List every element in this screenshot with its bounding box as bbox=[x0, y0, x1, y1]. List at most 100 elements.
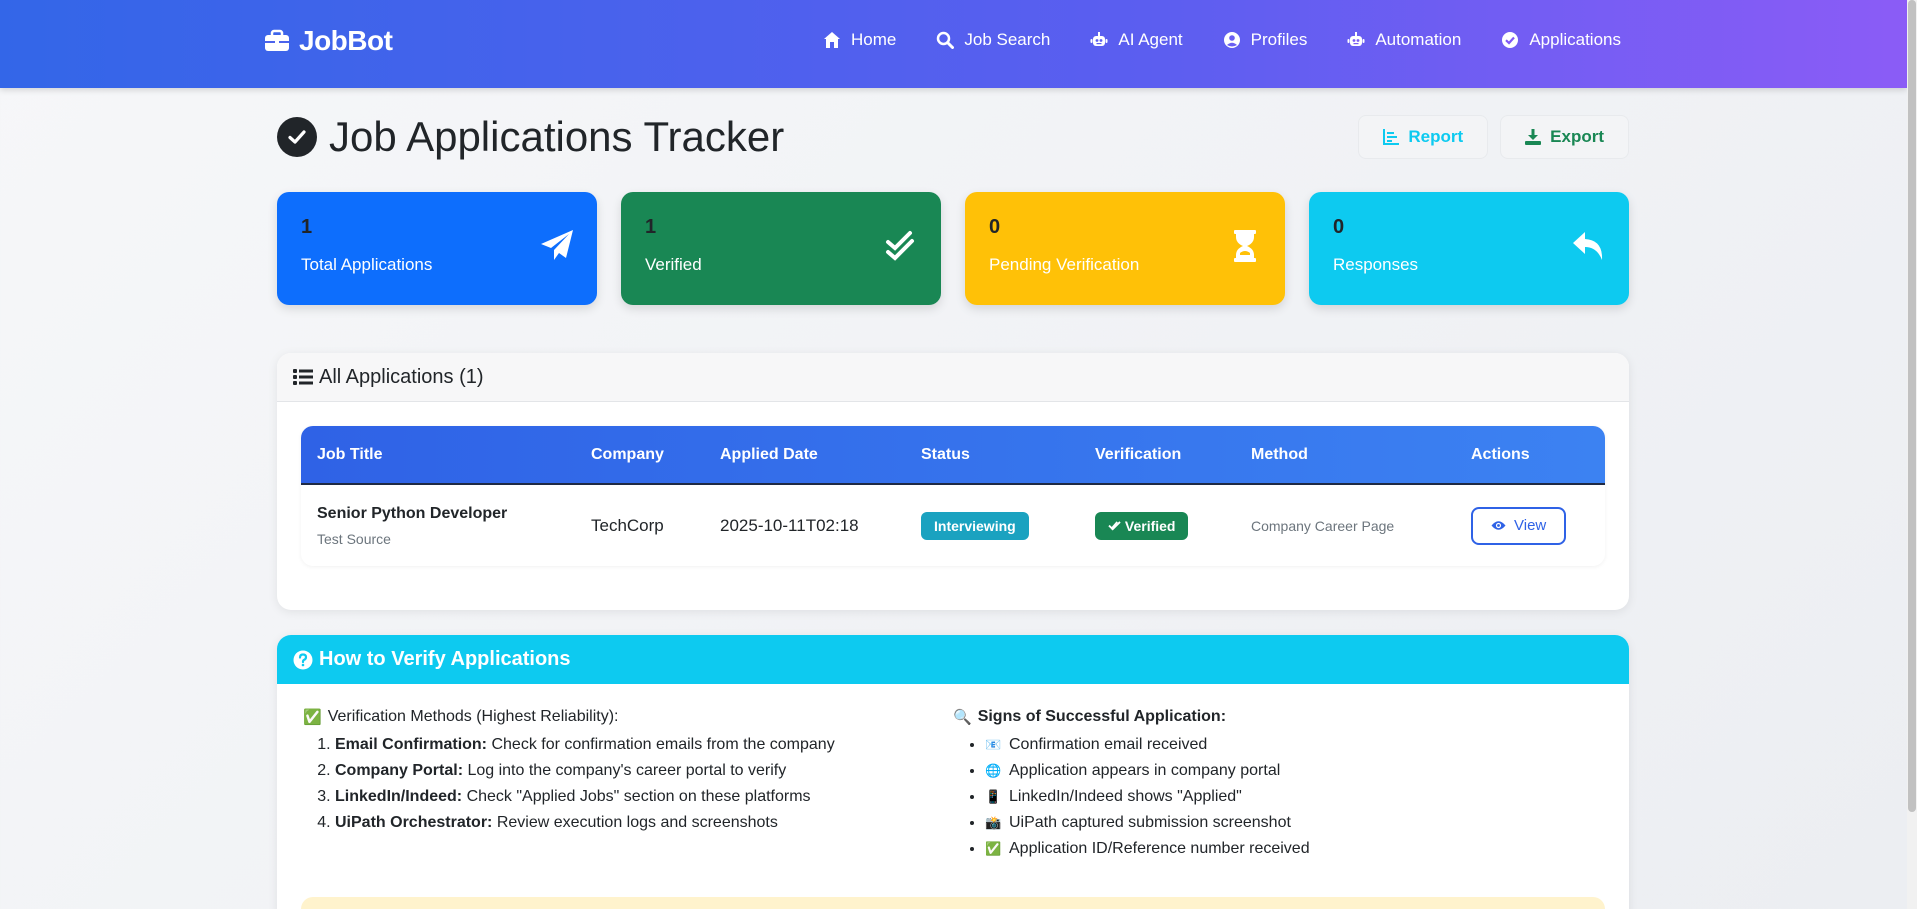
check-box-icon: ✅ bbox=[985, 841, 1002, 856]
column-header[interactable]: Verification bbox=[1079, 426, 1235, 485]
status-badge: Interviewing bbox=[921, 511, 1029, 540]
job-title-cell: Senior Python Developer Test Source bbox=[301, 484, 575, 566]
briefcase-icon bbox=[265, 29, 289, 51]
stat-label: Total Applications bbox=[301, 255, 433, 274]
list-item: LinkedIn/Indeed: Check "Applied Jobs" se… bbox=[335, 784, 953, 810]
page-title: Job Applications Tracker bbox=[277, 113, 784, 161]
signs-title-text: Signs of Successful Application: bbox=[977, 708, 1227, 725]
methods-list: Email Confirmation: Check for confirmati… bbox=[303, 732, 953, 836]
job-title: Senior Python Developer bbox=[317, 504, 508, 522]
applications-heading: All Applications (1) bbox=[319, 365, 484, 388]
column-header[interactable]: Applied Date bbox=[704, 426, 905, 485]
list-item: Company Portal: Log into the company's c… bbox=[335, 758, 953, 784]
verify-body: ✅ Verification Methods (Highest Reliabil… bbox=[277, 684, 1629, 862]
camera-icon: 📸 bbox=[985, 815, 1002, 830]
signs-list: 📧 Confirmation email received 🌐 Applicatio… bbox=[953, 732, 1603, 862]
method-desc: Review execution logs and screenshots bbox=[492, 814, 778, 831]
column-header[interactable]: Method bbox=[1235, 426, 1455, 485]
check-box-icon: ✅ bbox=[303, 709, 322, 726]
methods-title: ✅ Verification Methods (Highest Reliabil… bbox=[303, 708, 953, 726]
view-button[interactable]: View bbox=[1471, 506, 1567, 545]
table-row: Senior Python Developer Test Source Tech… bbox=[301, 484, 1605, 566]
list-item: ✅ Application ID/Reference number receive… bbox=[985, 836, 1603, 862]
method-name: LinkedIn/Indeed: bbox=[335, 788, 463, 805]
column-header[interactable]: Company bbox=[575, 426, 704, 485]
sign-text: LinkedIn/Indeed shows "Applied" bbox=[1009, 788, 1242, 805]
status-cell: Interviewing bbox=[905, 484, 1079, 566]
report-button[interactable]: Report bbox=[1358, 115, 1489, 159]
applications-card: All Applications (1) Job Title Company A… bbox=[277, 353, 1629, 610]
list-item: 📱 LinkedIn/Indeed shows "Applied" bbox=[985, 784, 1603, 810]
stat-value: 1 bbox=[645, 216, 657, 238]
applications-table: Job Title Company Applied Date Status Ve… bbox=[301, 426, 1605, 566]
signs-title: 🔍 Signs of Successful Application: bbox=[953, 708, 1603, 726]
sign-text: Confirmation email received bbox=[1009, 736, 1208, 753]
success-signs-column: 🔍 Signs of Successful Application: 📧 Conf… bbox=[953, 708, 1603, 862]
verify-card-header: How to Verify Applications bbox=[277, 635, 1629, 684]
method-desc: Check for confirmation emails from the c… bbox=[487, 736, 835, 753]
sign-text: UiPath captured submission screenshot bbox=[1009, 814, 1291, 831]
top-navbar: JobBot Home Job Search AI Agent Profiles… bbox=[0, 0, 1907, 88]
nav-ai-agent[interactable]: AI Agent bbox=[1090, 30, 1183, 50]
robot-icon bbox=[1347, 32, 1365, 46]
method-name: Company Portal: bbox=[335, 762, 464, 779]
company-cell: TechCorp bbox=[591, 515, 664, 535]
robot-icon bbox=[1090, 32, 1108, 46]
column-header[interactable]: Status bbox=[905, 426, 1079, 485]
nav-applications[interactable]: Applications bbox=[1501, 30, 1621, 50]
sign-text: Application appears in company portal bbox=[1009, 762, 1281, 779]
verification-cell: Verified bbox=[1079, 484, 1235, 566]
double-check-icon bbox=[1108, 520, 1121, 531]
nav-job-search[interactable]: Job Search bbox=[936, 30, 1050, 50]
applications-table-wrapper: Job Title Company Applied Date Status Ve… bbox=[301, 426, 1605, 566]
stat-value: 0 bbox=[989, 216, 1001, 238]
nav-home[interactable]: Home bbox=[823, 30, 896, 50]
method-desc: Log into the company's career portal to … bbox=[463, 762, 787, 779]
verify-card: How to Verify Applications ✅ Verificatio… bbox=[277, 635, 1629, 909]
chart-bar-icon bbox=[1383, 129, 1400, 145]
list-item: 📸 UiPath captured submission screenshot bbox=[985, 810, 1603, 836]
applied-date-cell: 2025-10-11T02:18 bbox=[720, 515, 859, 535]
applications-card-header: All Applications (1) bbox=[277, 353, 1629, 402]
method-name: Email Confirmation: bbox=[335, 736, 488, 753]
nav-automation-label: Automation bbox=[1375, 30, 1462, 49]
export-button[interactable]: Export bbox=[1500, 115, 1629, 159]
header-actions: Report Export bbox=[1358, 115, 1629, 159]
verification-badge: Verified bbox=[1095, 511, 1189, 540]
stat-card-responses: 0 Responses bbox=[1309, 192, 1629, 305]
email-icon: 📧 bbox=[985, 737, 1002, 752]
job-source: Test Source bbox=[317, 530, 391, 547]
page-scrollbar[interactable] bbox=[1907, 0, 1917, 909]
scrollbar-thumb[interactable] bbox=[1908, 0, 1916, 812]
nav-profiles-label: Profiles bbox=[1250, 30, 1308, 49]
stat-card-total: 1 Total Applications bbox=[277, 192, 597, 305]
brand-name: JobBot bbox=[299, 25, 393, 56]
nav-home-label: Home bbox=[851, 30, 897, 49]
verification-methods-column: ✅ Verification Methods (Highest Reliabil… bbox=[303, 708, 953, 862]
method-desc: Check "Applied Jobs" section on these pl… bbox=[462, 788, 811, 805]
nav-profiles[interactable]: Profiles bbox=[1223, 30, 1308, 50]
page-title-text: Job Applications Tracker bbox=[329, 113, 785, 160]
list-item: 📧 Confirmation email received bbox=[985, 732, 1603, 758]
page-header: Job Applications Tracker Report Export bbox=[277, 112, 1629, 162]
stat-value: 0 bbox=[1333, 216, 1345, 238]
warning-alert bbox=[301, 897, 1605, 909]
method-cell: Company Career Page bbox=[1235, 484, 1455, 566]
phone-icon: 📱 bbox=[985, 789, 1002, 804]
stat-value: 1 bbox=[301, 216, 313, 238]
column-header[interactable]: Job Title bbox=[301, 426, 575, 485]
method-name: UiPath Orchestrator: bbox=[335, 814, 493, 831]
globe-icon: 🌐 bbox=[985, 763, 1002, 778]
check-circle-icon bbox=[277, 117, 317, 157]
nav-automation[interactable]: Automation bbox=[1347, 30, 1461, 50]
nav-ai-agent-label: AI Agent bbox=[1118, 30, 1183, 49]
column-header[interactable]: Actions bbox=[1455, 426, 1605, 485]
actions-cell: View bbox=[1455, 484, 1605, 566]
stats-row: 1 Total Applications 1 Verified 0 Pendin… bbox=[277, 192, 1629, 305]
report-button-label: Report bbox=[1408, 127, 1464, 146]
brand-logo[interactable]: JobBot bbox=[264, 25, 393, 56]
table-header-row: Job Title Company Applied Date Status Ve… bbox=[301, 426, 1605, 485]
hourglass-icon bbox=[1234, 230, 1256, 262]
nav-job-search-label: Job Search bbox=[964, 30, 1051, 49]
list-item: Email Confirmation: Check for confirmati… bbox=[335, 732, 953, 758]
